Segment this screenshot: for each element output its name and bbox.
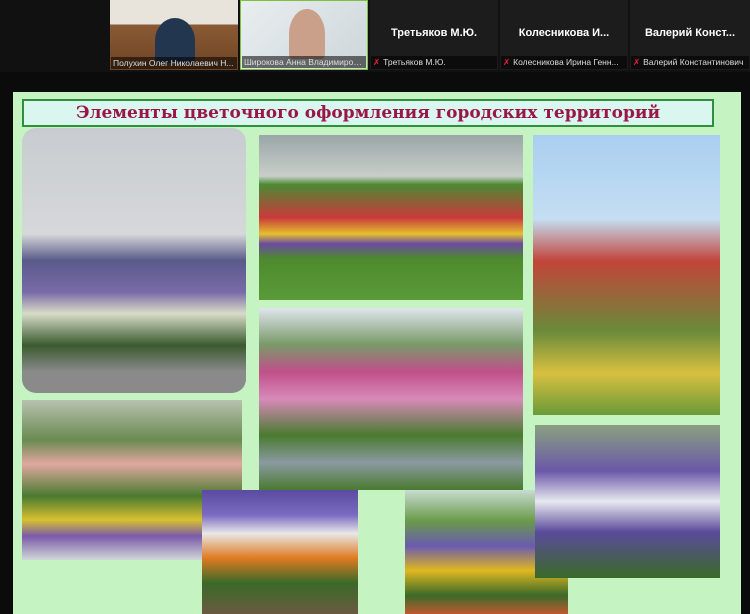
participant-display-name: Колесникова И... [518, 27, 610, 39]
participant-name: Широкова Анна Владимиров... [242, 56, 366, 68]
participant-tile[interactable]: Третьяков М.Ю. ✗ Третьяков М.Ю. [370, 0, 498, 70]
participant-name: ✗ Третьяков М.Ю. [371, 56, 497, 69]
participant-tile[interactable]: Колесникова И... ✗ Колесникова Ирина Генн… [500, 0, 628, 70]
participant-strip: Полухин Олег Николаевич Н... Широкова Ан… [0, 0, 750, 72]
participant-tile[interactable]: Широкова Анна Владимиров... [240, 0, 368, 70]
muted-mic-icon: ✗ [633, 57, 641, 67]
photo-violet-white-flowers [535, 425, 720, 578]
muted-mic-icon: ✗ [373, 57, 381, 67]
participant-tile[interactable]: Полухин Олег Николаевич Н... [110, 0, 238, 70]
shared-slide: Элементы цветочного оформления городских… [13, 92, 741, 614]
participant-name: Полухин Олег Николаевич Н... [111, 57, 237, 69]
participant-display-name: Третьяков М.Ю. [390, 27, 478, 39]
slide-title: Элементы цветочного оформления городских… [22, 99, 714, 127]
participant-name: ✗ Колесникова Ирина Генн... [501, 56, 627, 69]
participant-display-name: Валерий Конст... [644, 27, 736, 39]
participant-name-text: Колесникова Ирина Генн... [513, 57, 619, 67]
photo-flowerbed-lawn [259, 135, 523, 300]
participant-video [289, 9, 325, 59]
muted-mic-icon: ✗ [503, 57, 511, 67]
participant-tile[interactable]: Валерий Конст... ✗ Валерий Константинович [630, 0, 750, 70]
photo-orange-flowers [202, 490, 358, 614]
participant-name-text: Третьяков М.Ю. [383, 57, 446, 67]
photo-flower-tree [533, 135, 720, 415]
participant-name-text: Валерий Константинович [643, 57, 744, 67]
photo-flower-border [259, 308, 523, 490]
photo-church-flowerbed [22, 128, 246, 393]
participant-name: ✗ Валерий Константинович [631, 56, 749, 69]
